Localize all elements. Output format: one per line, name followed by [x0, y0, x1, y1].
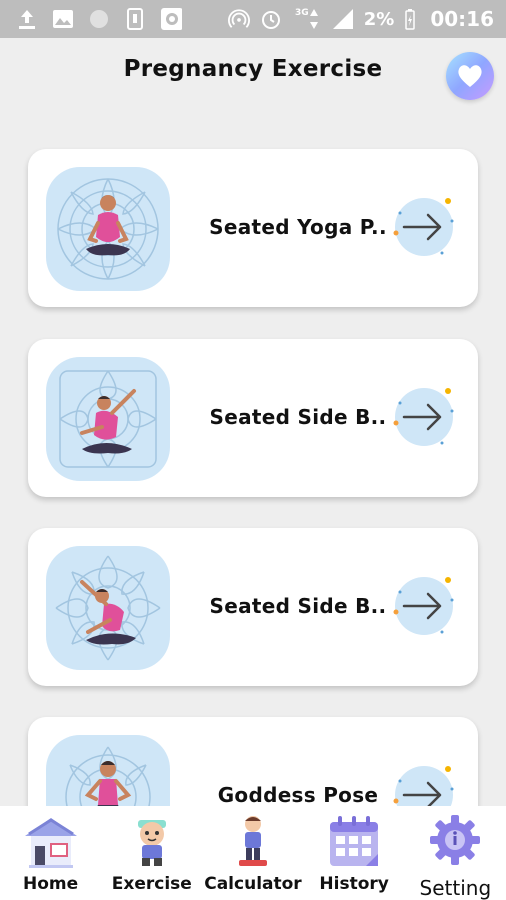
- exercise-title: Seated Side B..: [209, 594, 387, 618]
- calendar-icon: [330, 816, 379, 866]
- network-icon: 3G: [292, 8, 322, 30]
- battery-percent: 2%: [363, 8, 395, 30]
- hotspot-icon: [227, 8, 250, 30]
- status-bar: 3G 2% 00:16: [0, 0, 506, 38]
- calculator-icon: [238, 816, 267, 866]
- seated-meditation-illustration: [57, 178, 159, 280]
- exercise-title: Seated Side B..: [209, 405, 387, 429]
- start-exercise-button[interactable]: [390, 191, 462, 263]
- alarm-icon: [260, 8, 282, 30]
- battery-icon: [404, 8, 416, 30]
- exercise-icon: [137, 820, 166, 866]
- radio-icon: [160, 8, 182, 30]
- image-icon: [52, 8, 74, 30]
- arrow-right-icon: [393, 198, 454, 256]
- signal-icon: [332, 8, 354, 30]
- exercise-thumbnail: [46, 167, 170, 291]
- nav-label: Home: [23, 874, 79, 894]
- house-icon: [24, 818, 77, 868]
- nav-history[interactable]: History: [304, 806, 404, 900]
- side-bend-illustration: [55, 555, 161, 661]
- network-label: 3G: [294, 8, 309, 18]
- nav-exercise[interactable]: Exercise: [102, 806, 202, 900]
- exercise-card-seated-side-bend-1[interactable]: Seated Side B..: [28, 339, 478, 497]
- upload-icon: [16, 8, 38, 30]
- exercise-thumbnail: [46, 546, 170, 670]
- nav-label: Setting: [419, 876, 492, 900]
- bottom-navigation: Home Exercise Calculator History Setting: [0, 806, 506, 900]
- exercise-title: Seated Yoga P..: [209, 215, 387, 239]
- side-bend-illustration: [59, 370, 157, 468]
- nav-setting[interactable]: Setting: [405, 806, 505, 900]
- arrow-right-icon: [393, 577, 454, 635]
- gear-icon: [430, 815, 481, 865]
- start-exercise-button[interactable]: [390, 570, 462, 642]
- arrow-right-icon: [393, 388, 454, 446]
- page-title: Pregnancy Exercise: [123, 56, 383, 82]
- start-exercise-button[interactable]: [390, 381, 462, 453]
- exercise-thumbnail: [46, 357, 170, 481]
- heart-icon: [458, 65, 482, 87]
- circle-icon: [88, 8, 110, 30]
- clock-time: 00:16: [430, 7, 494, 31]
- exercise-title: Goddess Pose: [217, 783, 379, 807]
- exercise-card-seated-side-bend-2[interactable]: Seated Side B..: [28, 528, 478, 686]
- nav-label: Calculator: [204, 874, 302, 894]
- exercise-card-seated-yoga[interactable]: Seated Yoga P..: [28, 149, 478, 307]
- nav-label: History: [319, 874, 389, 894]
- favorites-button[interactable]: [446, 52, 494, 100]
- phone-icon: [124, 8, 146, 30]
- nav-calculator[interactable]: Calculator: [203, 806, 303, 900]
- nav-home[interactable]: Home: [1, 806, 101, 900]
- nav-label: Exercise: [111, 874, 192, 894]
